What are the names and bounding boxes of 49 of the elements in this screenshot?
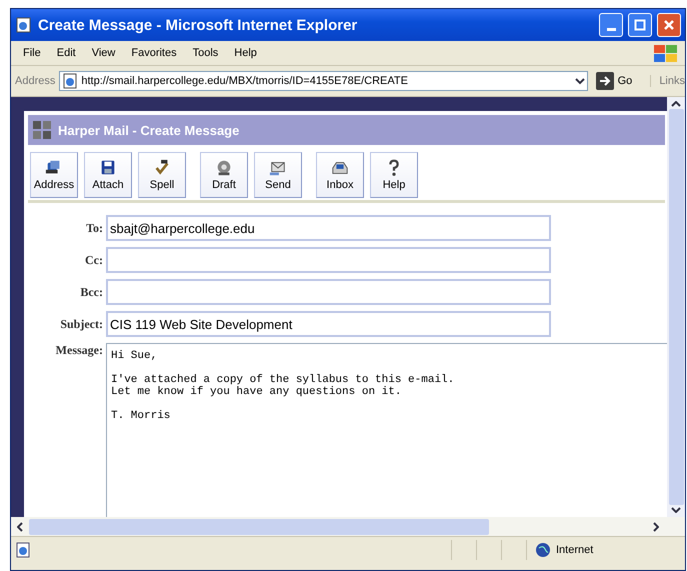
go-button[interactable]: Go (592, 72, 636, 90)
toolbar-button[interactable]: Draft (200, 152, 248, 198)
toolbar-button[interactable]: Address (30, 152, 78, 198)
input-field[interactable]: CIS 119 Web Site Development (106, 311, 551, 337)
globe-icon (535, 542, 551, 558)
tray-icon (331, 159, 349, 177)
scroll-down-icon[interactable] (671, 507, 681, 513)
address-label: Address (15, 75, 56, 87)
toolbar-button[interactable]: Attach (84, 152, 132, 198)
field-label: Message: (54, 343, 103, 359)
toolbar-button[interactable]: Inbox (316, 152, 364, 198)
field-label: To: (85, 220, 103, 236)
scroll-right-icon[interactable] (653, 522, 659, 532)
field-label: Cc: (84, 252, 103, 268)
input-field[interactable] (106, 279, 551, 305)
menu-item[interactable]: File (15, 45, 49, 61)
links-button[interactable]: Links (650, 75, 685, 87)
zone-label: Internet (556, 544, 594, 556)
menu-item[interactable]: View (84, 45, 124, 61)
input-field[interactable]: sbajt@harpercollege.edu (106, 215, 551, 241)
page-icon (15, 16, 33, 34)
toolbar-button[interactable]: Send (254, 152, 302, 198)
page-icon (62, 73, 78, 89)
page-icon (15, 542, 31, 558)
envelope-icon (269, 159, 287, 177)
maximize-button[interactable] (628, 13, 652, 37)
horizontal-scrollbar[interactable] (11, 517, 685, 536)
field-label: Subject: (59, 316, 103, 332)
menu-item[interactable]: Edit (48, 45, 84, 61)
menu-item[interactable]: Favorites (123, 45, 185, 61)
minimize-icon (606, 28, 616, 31)
scroll-up-icon[interactable] (671, 101, 681, 107)
checkmark-icon (153, 159, 171, 177)
toolbar-button[interactable]: Help (370, 152, 418, 198)
maximize-icon (634, 19, 646, 31)
menu-item[interactable]: Help (226, 45, 265, 61)
address-field[interactable]: http://smail.harpercollege.edu/MBX/tmorris/ID=4155E78E/CREATE (59, 71, 588, 91)
close-button[interactable] (657, 13, 681, 37)
menu-item[interactable]: Tools (184, 45, 226, 61)
close-icon (663, 19, 675, 31)
toolbar-button[interactable]: Spell (138, 152, 186, 198)
page-title: Harper Mail - Create Message (58, 122, 240, 138)
vertical-scrollbar[interactable] (667, 97, 685, 517)
field-label: Bcc: (79, 284, 103, 300)
input-field[interactable] (106, 247, 551, 273)
window-title: Create Message - Microsoft Internet Explorer (38, 16, 358, 34)
logo-icon (32, 120, 52, 140)
scroll-left-icon[interactable] (17, 522, 23, 532)
minimize-button[interactable] (599, 13, 623, 37)
